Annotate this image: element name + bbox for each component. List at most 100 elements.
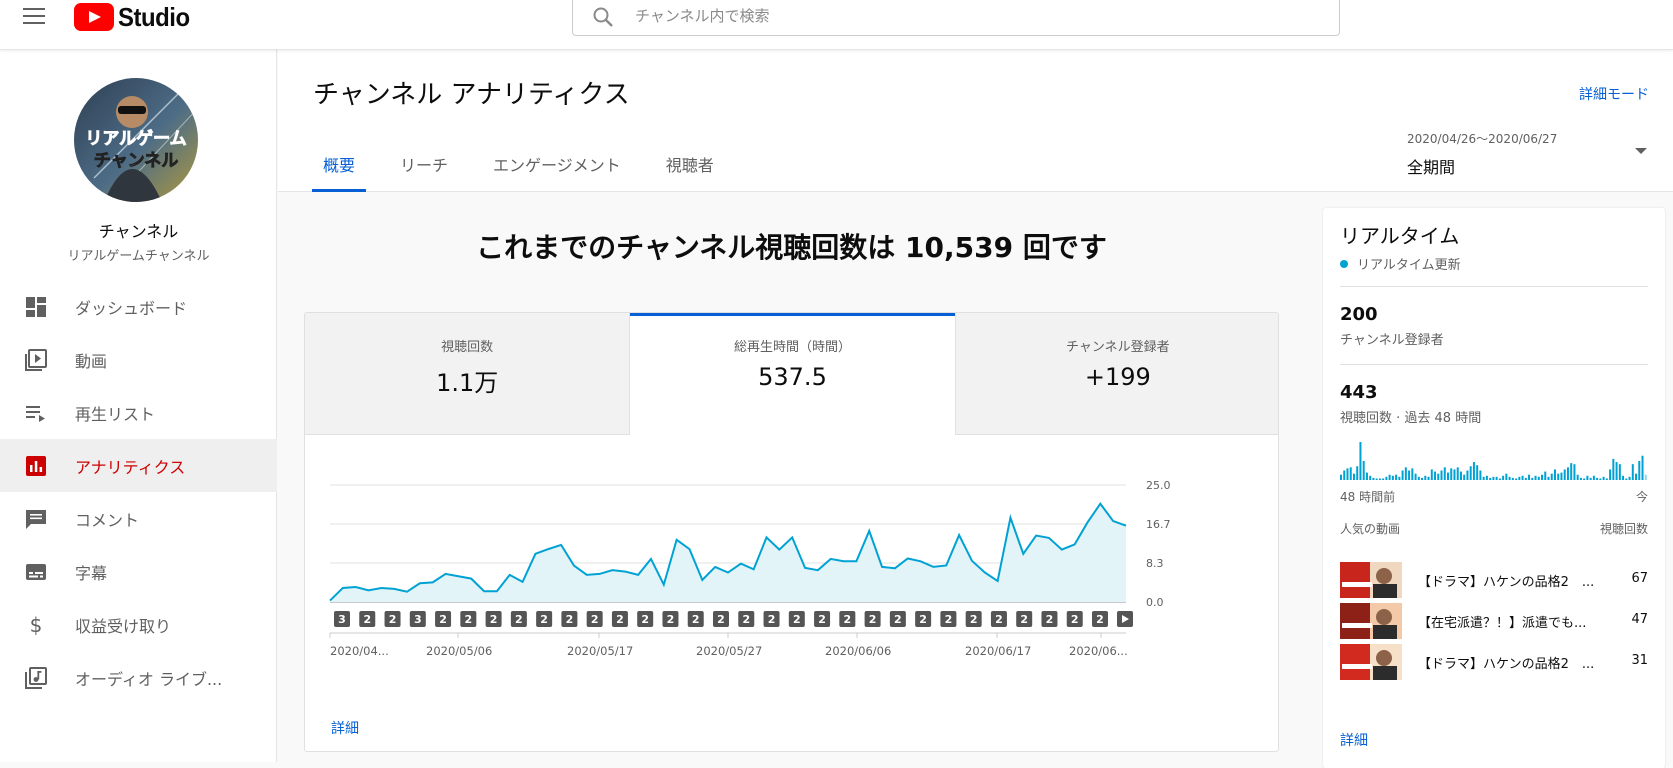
realtime-bar — [1404, 467, 1407, 480]
realtime-bar — [1528, 474, 1531, 480]
sidebar-item-dollar[interactable]: $ 収益受け取り — [0, 598, 277, 651]
video-marker-count: 2 — [1020, 613, 1028, 626]
realtime-bar — [1340, 474, 1343, 480]
realtime-bar — [1596, 477, 1599, 480]
realtime-bar — [1495, 476, 1498, 480]
realtime-bar — [1641, 455, 1644, 480]
main-content: チャンネル アナリティクス 詳細モード 概要 リーチ エンゲージメント 視聴者 202… — [278, 50, 1673, 768]
realtime-bar — [1631, 464, 1634, 480]
realtime-bar — [1375, 478, 1378, 480]
page-header: チャンネル アナリティクス 詳細モード 概要 リーチ エンゲージメント 視聴者 202… — [278, 50, 1673, 192]
detail-link[interactable]: 詳細 — [331, 718, 359, 738]
video-views: 31 — [1631, 653, 1648, 668]
video-marker-count: 2 — [768, 613, 776, 626]
sidebar-item-playlist[interactable]: 再生リスト — [0, 386, 277, 439]
realtime-bar — [1576, 474, 1579, 480]
tab-1[interactable]: リーチ — [389, 138, 459, 192]
metric-tab[interactable]: チャンネル登録者 +199 — [954, 313, 1278, 435]
realtime-bar — [1359, 442, 1362, 480]
video-marker-count: 2 — [818, 613, 826, 626]
realtime-bar — [1472, 462, 1475, 480]
realtime-bar — [1602, 476, 1605, 480]
realtime-bar — [1450, 468, 1453, 480]
realtime-bar — [1508, 476, 1511, 480]
realtime-bar — [1498, 478, 1501, 480]
hamburger-menu-icon[interactable] — [23, 8, 45, 26]
total-views-headline: これまでのチャンネル視聴回数は 10,539 回です — [476, 231, 1107, 264]
realtime-bar — [1511, 477, 1514, 480]
dollar-icon: $ — [24, 613, 48, 637]
realtime-bar — [1579, 477, 1582, 480]
search-icon[interactable] — [591, 5, 615, 29]
realtime-bar — [1485, 475, 1488, 480]
sidebar-item-label: 収益受け取り — [75, 616, 172, 636]
video-marker-count: 2 — [717, 613, 725, 626]
realtime-views-bar-chart[interactable] — [1340, 436, 1648, 480]
metric-value: +199 — [1084, 363, 1151, 391]
metric-tab[interactable]: 視聴回数 1.1万 — [305, 313, 630, 435]
analytics-tabs: 概要 リーチ エンゲージメント 視聴者 — [312, 138, 748, 192]
realtime-bar — [1589, 477, 1592, 480]
realtime-bar — [1391, 475, 1394, 480]
sidebar-item-dashboard[interactable]: ダッシュボード — [0, 280, 277, 333]
watch-time-chart: 25.0 16.7 8.3 0.0 3 2 2 3 2 2 2 2 2 2 2 2 2 2 2 2 2 2 2 2 2 2 2 2 2 2… — [329, 479, 1171, 658]
top-video-item[interactable]: 【ドラマ】ハケンの品格2 ... 67 — [1340, 562, 1648, 598]
sidebar-item-audio-library[interactable]: オーディオ ライブ... — [0, 651, 277, 704]
realtime-bar — [1592, 475, 1595, 480]
metric-tab[interactable]: 総再生時間（時間） 537.5 — [629, 313, 955, 435]
realtime-bar — [1644, 474, 1647, 480]
realtime-bar — [1541, 474, 1544, 480]
realtime-panel: リアルタイム リアルタイム更新 200 チャンネル登録者 443 視聴回数 · … — [1305, 192, 1673, 768]
realtime-bar — [1434, 471, 1437, 480]
realtime-bar — [1570, 463, 1573, 480]
video-views: 47 — [1631, 612, 1648, 627]
realtime-detail-link[interactable]: 詳細 — [1340, 730, 1368, 750]
video-views: 67 — [1631, 571, 1648, 586]
video-marker-count: 2 — [616, 613, 624, 626]
top-video-item[interactable]: 【在宅派遣？！】派遣でも... 47 — [1340, 603, 1648, 639]
realtime-bar — [1349, 467, 1352, 480]
realtime-bar — [1609, 469, 1612, 480]
tab-0[interactable]: 概要 — [312, 138, 367, 192]
realtime-views-label: 視聴回数 · 過去 48 時間 — [1340, 411, 1482, 426]
sidebar-item-comment[interactable]: コメント — [0, 492, 277, 545]
video-marker-count: 2 — [389, 613, 397, 626]
realtime-subscribers-value: 200 — [1340, 304, 1378, 325]
channel-avatar[interactable]: リアルゲーム チャンネル — [74, 78, 198, 202]
sidebar-item-video-library[interactable]: 動画 — [0, 333, 277, 386]
sidebar-item-subtitles[interactable]: 字幕 — [0, 545, 277, 598]
realtime-live-status: リアルタイム更新 — [1340, 254, 1461, 273]
video-marker-count: 2 — [515, 613, 523, 626]
realtime-bar — [1547, 476, 1550, 480]
sidebar-item-analytics[interactable]: アナリティクス — [0, 439, 277, 492]
search-input[interactable] — [635, 3, 1285, 29]
realtime-bar — [1583, 478, 1586, 480]
youtube-studio-logo[interactable]: Studio — [74, 2, 196, 32]
sidebar-item-label: 再生リスト — [75, 404, 156, 424]
top-videos-views-label: 視聴回数 — [1599, 522, 1648, 536]
realtime-bar — [1365, 472, 1368, 480]
video-marker-count: 2 — [540, 613, 548, 626]
realtime-bar — [1557, 473, 1560, 480]
detail-mode-link[interactable]: 詳細モード — [1579, 84, 1649, 104]
realtime-bar — [1550, 473, 1553, 480]
tab-3[interactable]: 視聴者 — [655, 138, 725, 192]
search-box[interactable] — [572, 0, 1340, 36]
realtime-bar — [1615, 462, 1618, 480]
video-title: 【在宅派遣？！】派遣でも... — [1418, 616, 1587, 631]
svg-text:$: $ — [30, 614, 43, 636]
y-tick-label: 25.0 — [1146, 479, 1171, 492]
realtime-bar — [1346, 468, 1349, 480]
video-marker-count: 2 — [970, 613, 978, 626]
realtime-bar — [1408, 470, 1411, 480]
tab-2[interactable]: エンゲージメント — [482, 138, 632, 192]
realtime-card: リアルタイム リアルタイム更新 200 チャンネル登録者 443 視聴回数 · … — [1323, 208, 1665, 768]
realtime-bar — [1586, 475, 1589, 480]
metric-value: 1.1万 — [436, 369, 499, 397]
realtime-live-label: リアルタイム更新 — [1357, 258, 1461, 273]
video-marker-count: 2 — [641, 613, 649, 626]
metric-tabs: 視聴回数 1.1万 総再生時間（時間） 537.5 チャンネル登録者 +199 — [305, 313, 1278, 435]
top-video-item[interactable]: 【ドラマ】ハケンの品格2 ... 31 — [1340, 644, 1648, 680]
y-tick-label: 8.3 — [1146, 557, 1164, 570]
date-range-selector[interactable]: 2020/04/26～2020/06/27 全期間 — [1407, 130, 1647, 178]
